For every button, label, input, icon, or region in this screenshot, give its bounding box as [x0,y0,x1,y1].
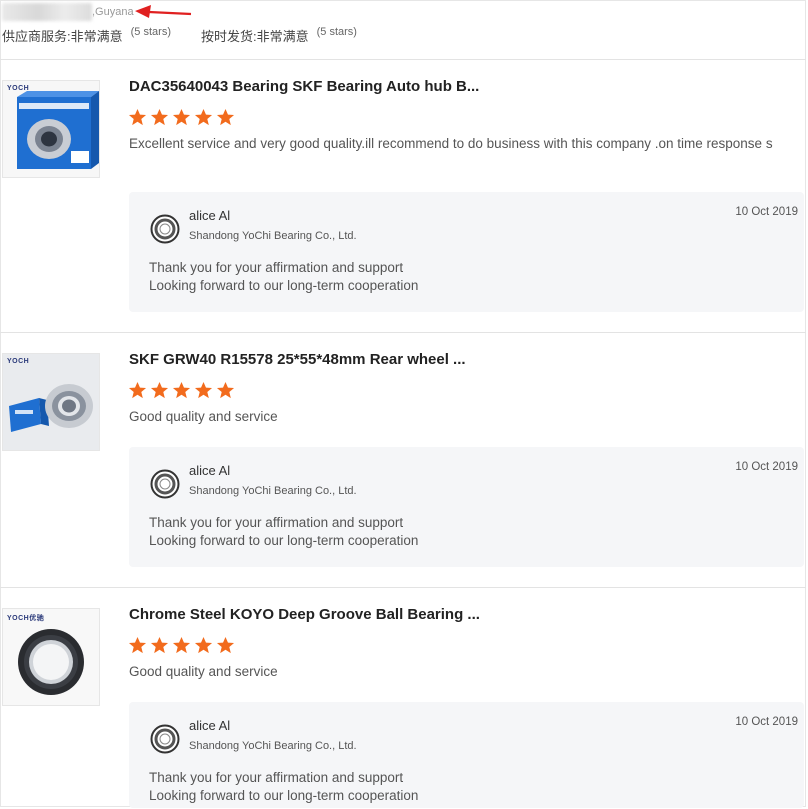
seller-avatar [150,724,180,754]
review-comment: Good quality and service [129,409,278,424]
product-thumbnail[interactable]: YOCH优驰 [2,608,100,706]
seller-avatar [150,214,180,244]
star-icon [172,108,191,126]
delivery-rating-value: 非常满意 [256,29,309,44]
star-icon [128,381,147,399]
seller-company: Shandong YoChi Bearing Co., Ltd. [189,740,357,752]
review-comment: Good quality and service [129,664,278,679]
review-comment: Excellent service and very good quality.… [129,136,773,151]
delivery-rating-label: 按时发货: [200,29,257,44]
supplier-ratings: 供应商服务: 非常满意 (5 stars) 按时发货: 非常满意 (5 star… [2,26,357,45]
reply-text: Thank you for your affirmation and suppo… [149,514,418,550]
delivery-rating-stars: (5 stars) [316,26,357,38]
reply-text: Thank you for your affirmation and suppo… [149,259,418,295]
star-icon [194,381,213,399]
reply-text: Thank you for your affirmation and suppo… [149,769,418,805]
product-title-link[interactable]: DAC35640043 Bearing SKF Bearing Auto hub… [129,78,479,95]
seller-name: alice Al [189,718,231,733]
seller-reply: alice Al Shandong YoChi Bearing Co., Ltd… [129,447,804,567]
star-icon [128,108,147,126]
star-icon [150,381,169,399]
reply-line: Thank you for your affirmation and suppo… [149,515,404,530]
bearing-image [3,609,99,705]
service-rating-stars: (5 stars) [130,26,171,38]
product-thumbnail[interactable]: YOCH [2,80,100,178]
buyer-info: ,Guyana [2,3,134,21]
seller-reply: alice Al Shandong YoChi Bearing Co., Ltd… [129,702,804,808]
review-item: YOCH SKF GRW40 R15578 25*55*48mm Rear wh… [0,333,806,587]
star-rating [128,636,235,655]
review-header: ,Guyana 供应商服务: 非常满意 (5 stars) 按时发货: 非常满意… [0,0,808,60]
star-icon [194,108,213,126]
seller-reply: alice Al Shandong YoChi Bearing Co., Ltd… [129,192,804,312]
reply-line: Thank you for your affirmation and suppo… [149,260,404,275]
reply-date: 10 Oct 2019 [735,461,798,473]
review-item: YOCH DAC35640043 Bearing SKF Bearing Aut… [0,60,806,332]
blurred-buyer-name [2,3,92,21]
thumb-brand-label: YOCH [7,358,30,365]
review-item: YOCH优驰 Chrome Steel KOYO Deep Groove Bal… [0,588,806,809]
star-icon [128,636,147,654]
reply-line: Looking forward to our long-term coopera… [149,278,419,293]
service-rating-label: 供应商服务: [2,29,71,44]
buyer-country: ,Guyana [92,6,134,18]
product-title-link[interactable]: SKF GRW40 R15578 25*55*48mm Rear wheel .… [129,351,466,368]
reply-line: Looking forward to our long-term coopera… [149,788,419,803]
seller-name: alice Al [189,463,231,478]
star-rating [128,381,235,400]
red-arrow-annotation [135,5,192,18]
thumb-brand-label: YOCH优驰 [7,615,45,622]
star-icon [216,108,235,126]
reply-date: 10 Oct 2019 [735,206,798,218]
star-icon [150,636,169,654]
seller-name: alice Al [189,208,231,223]
bearing-box-image [3,81,99,177]
star-icon [194,636,213,654]
bearing-box-image [3,354,99,450]
product-thumbnail[interactable]: YOCH [2,353,100,451]
star-icon [172,636,191,654]
reply-line: Thank you for your affirmation and suppo… [149,770,404,785]
thumb-brand-label: YOCH [7,85,30,92]
seller-company: Shandong YoChi Bearing Co., Ltd. [189,485,357,497]
seller-company: Shandong YoChi Bearing Co., Ltd. [189,230,357,242]
reply-date: 10 Oct 2019 [735,716,798,728]
reply-line: Looking forward to our long-term coopera… [149,533,419,548]
star-icon [150,108,169,126]
star-icon [172,381,191,399]
star-icon [216,381,235,399]
product-title-link[interactable]: Chrome Steel KOYO Deep Groove Ball Beari… [129,606,480,623]
star-icon [216,636,235,654]
service-rating-value: 非常满意 [70,29,123,44]
seller-avatar [150,469,180,499]
star-rating [128,108,235,127]
